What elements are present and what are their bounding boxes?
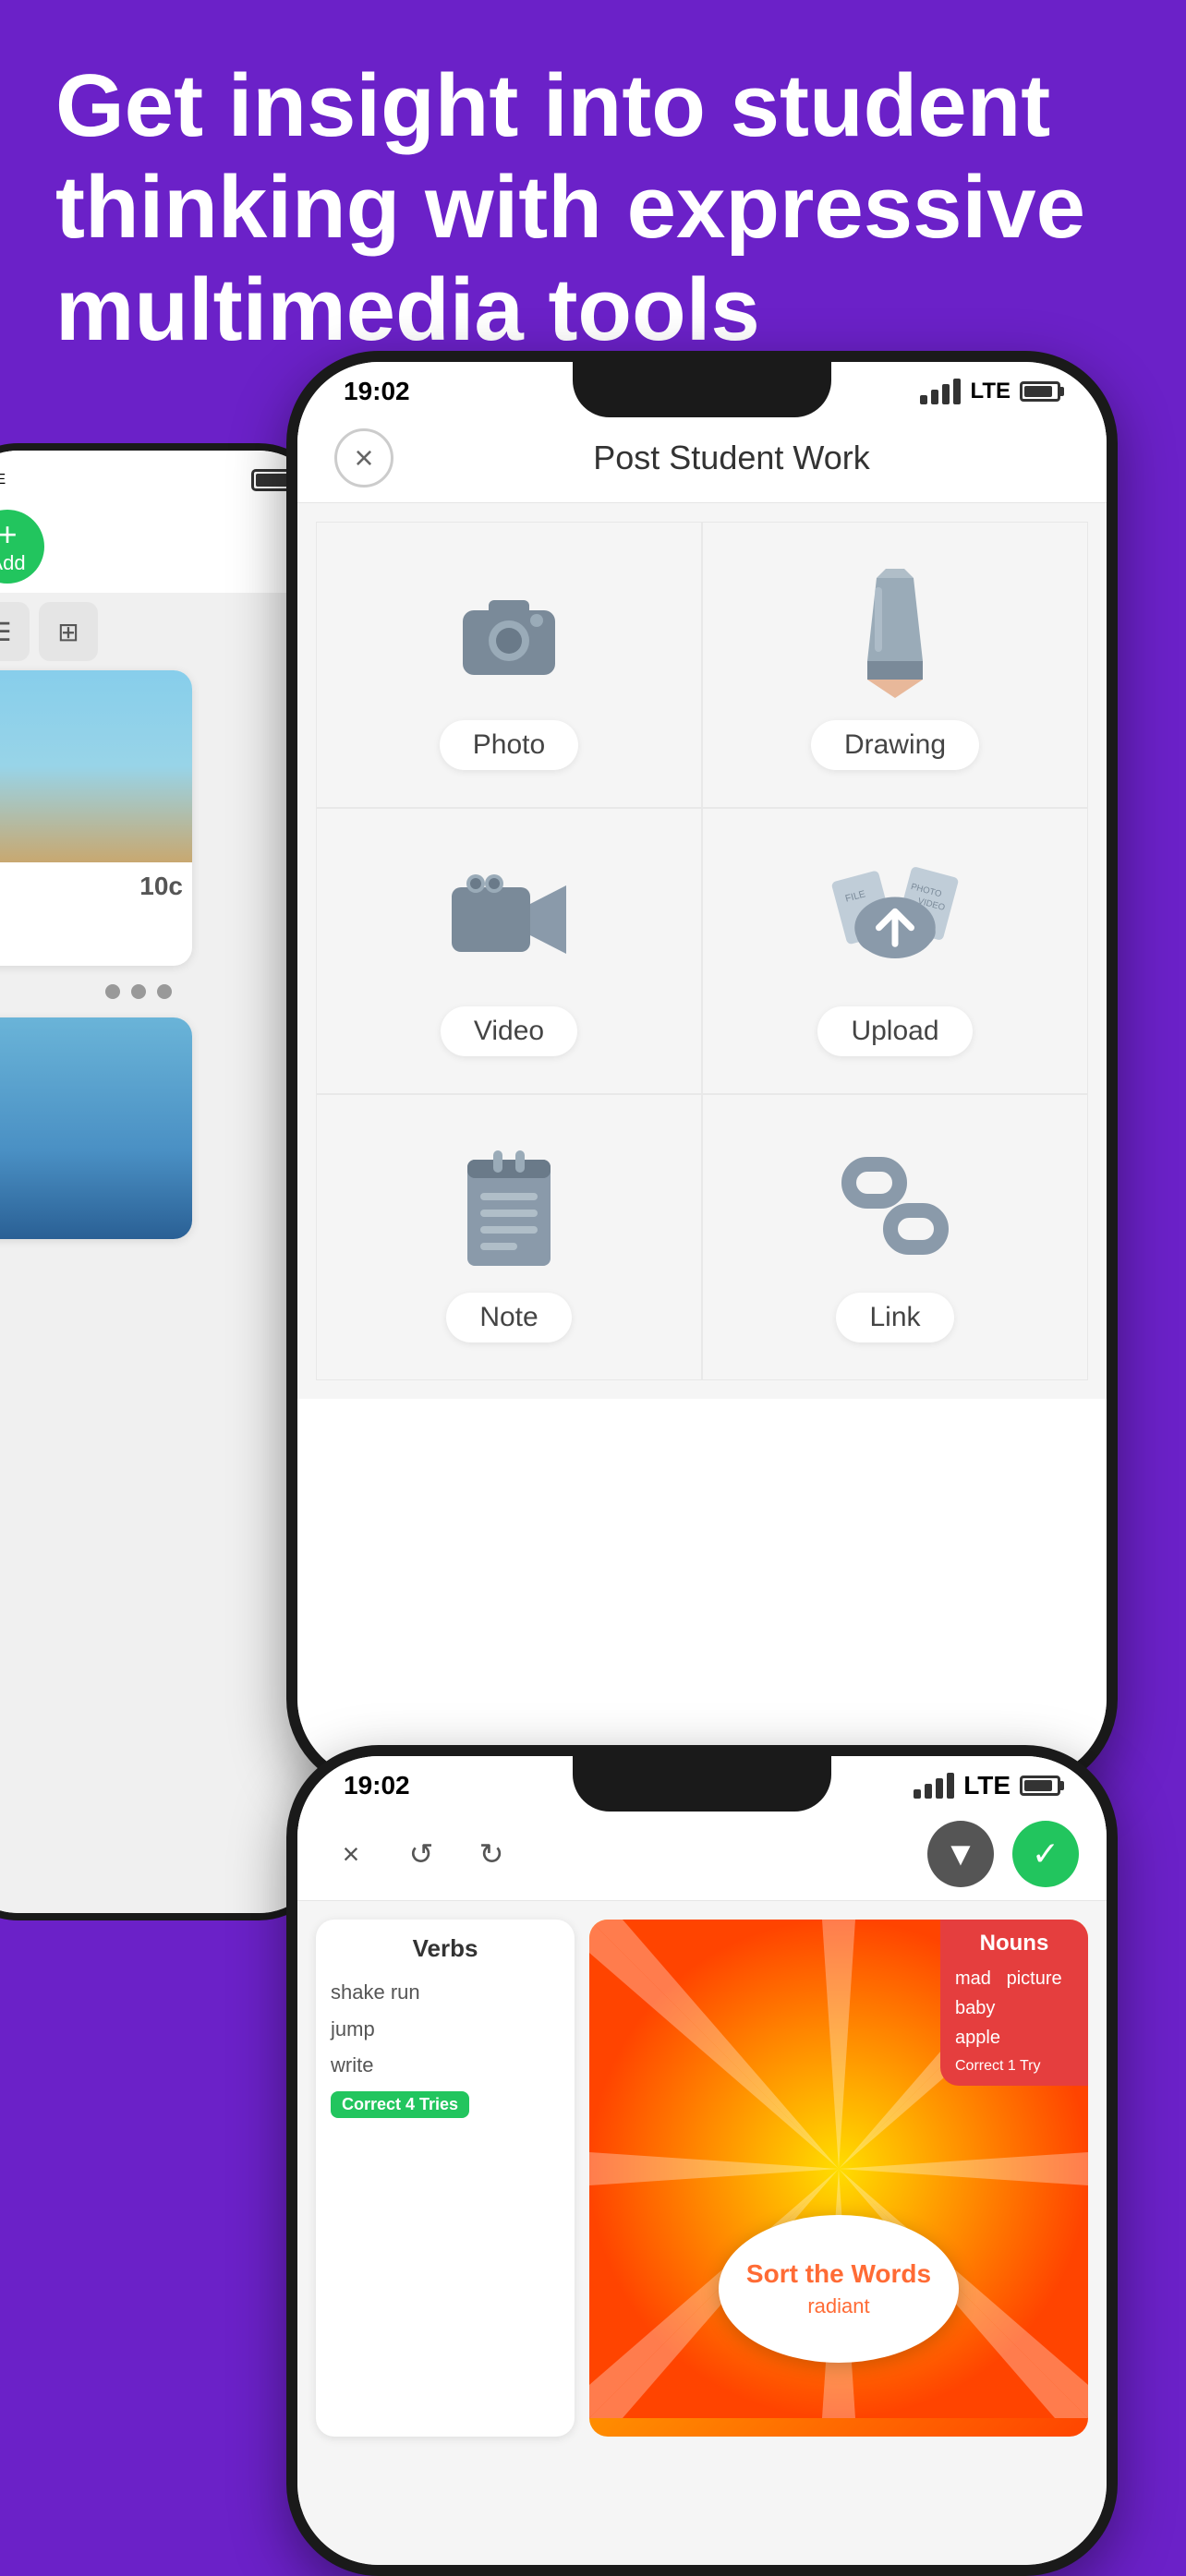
status-bar-left: LTE xyxy=(0,451,325,500)
undo-button[interactable]: ↺ xyxy=(395,1828,447,1880)
battery-icon-2 xyxy=(1020,1776,1060,1796)
grid-view-button[interactable]: ⊞ xyxy=(39,602,98,661)
cloud-upload-icon: FILE PHOTO VIDEO xyxy=(830,855,960,984)
speech-bubble: Sort the Words radiant xyxy=(719,2215,959,2363)
student-card-2 xyxy=(0,1017,192,1239)
photo-label: Photo xyxy=(440,720,578,770)
card-image-water xyxy=(0,1017,192,1239)
notch xyxy=(573,362,831,417)
close-button-2[interactable]: × xyxy=(325,1828,377,1880)
status-icons: LTE xyxy=(920,379,1060,404)
drawing-label: Drawing xyxy=(811,720,979,770)
undo-icon: ↺ xyxy=(409,1836,434,1872)
link-label: Link xyxy=(836,1293,953,1342)
close-icon: × xyxy=(354,439,373,477)
correct-badge-verbs: Correct 4 Tries xyxy=(331,2091,469,2118)
close-icon-2: × xyxy=(343,1837,360,1872)
comic-area: Nouns mad picturebabyapple Correct 1 Try… xyxy=(589,1920,1088,2437)
add-button[interactable]: + Add xyxy=(0,510,44,584)
card-image xyxy=(0,670,192,862)
verbs-words: shake runjumpwrite xyxy=(331,1974,560,2084)
phone-bottom: 19:02 LTE × ↺ xyxy=(286,1745,1118,2576)
verbs-title: Verbs xyxy=(331,1934,560,1963)
student-card: 10c xyxy=(0,670,192,966)
down-button[interactable]: ▼ xyxy=(927,1821,994,1887)
add-label: Add xyxy=(0,551,26,575)
phone-main: 19:02 LTE × Post Student xyxy=(286,351,1118,1791)
nav-bar: × Post Student Work xyxy=(297,414,1107,503)
pencil-icon xyxy=(830,569,960,698)
check-icon: ✓ xyxy=(1032,1835,1059,1873)
notch-2 xyxy=(573,1756,831,1812)
media-options-grid: Photo Drawing xyxy=(297,503,1107,1399)
link-option[interactable]: Link xyxy=(702,1094,1088,1380)
upload-label: Upload xyxy=(817,1006,972,1056)
note-label: Note xyxy=(446,1293,571,1342)
list-view-button[interactable]: ☰ xyxy=(0,602,30,661)
toolbar-bottom: × ↺ ↻ ▼ ✓ xyxy=(297,1808,1107,1901)
view-toggle: ☰ ⊞ xyxy=(0,593,325,670)
chain-link-icon xyxy=(830,1141,960,1270)
video-option[interactable]: Video xyxy=(316,808,702,1094)
sort-words-word: radiant xyxy=(807,2294,869,2318)
battery-icon-main xyxy=(1020,381,1060,402)
camera-icon xyxy=(444,569,574,698)
nouns-words: mad picturebabyapple xyxy=(955,1964,1073,2052)
drawing-option[interactable]: Drawing xyxy=(702,522,1088,808)
dot-2 xyxy=(131,984,146,999)
screen-title: Post Student Work xyxy=(393,439,1070,477)
lte-label: LTE xyxy=(0,472,6,488)
video-camera-icon xyxy=(444,855,574,984)
nouns-correct: Correct 1 Try xyxy=(955,2058,1073,2075)
redo-button[interactable]: ↻ xyxy=(466,1828,517,1880)
lte-text: LTE xyxy=(970,379,1011,404)
verbs-panel: Verbs shake runjumpwrite Correct 4 Tries xyxy=(316,1920,575,2437)
time-display: 19:02 xyxy=(344,377,410,406)
photo-option[interactable]: Photo xyxy=(316,522,702,808)
notepad-icon xyxy=(444,1141,574,1270)
card-footer: 10c xyxy=(0,862,192,910)
nouns-panel: Nouns mad picturebabyapple Correct 1 Try xyxy=(940,1920,1088,2086)
phone-left: LTE + Add ☰ ⊞ 10c xyxy=(0,443,333,1920)
redo-icon: ↻ xyxy=(479,1836,504,1872)
signal-icon xyxy=(920,379,961,404)
dot-3 xyxy=(157,984,172,999)
hero-headline: Get insight into student thinking with e… xyxy=(55,55,1131,361)
toolbar-left: + Add xyxy=(0,500,325,593)
upload-option[interactable]: FILE PHOTO VIDEO Upload xyxy=(702,808,1088,1094)
video-label: Video xyxy=(441,1006,577,1056)
dots-indicator xyxy=(0,966,325,1017)
activity-area: Verbs shake runjumpwrite Correct 4 Tries xyxy=(297,1901,1107,2455)
signal-icon-2 xyxy=(914,1773,954,1799)
card-price: 10c xyxy=(139,872,183,901)
close-button[interactable]: × xyxy=(334,428,393,488)
check-button[interactable]: ✓ xyxy=(1012,1821,1079,1887)
dot-1 xyxy=(105,984,120,999)
lte-text-2: LTE xyxy=(963,1771,1011,1800)
plus-icon: + xyxy=(0,518,18,551)
chevron-down-icon: ▼ xyxy=(944,1835,977,1873)
note-option[interactable]: Note xyxy=(316,1094,702,1380)
sort-words-title: Sort the Words xyxy=(746,2259,931,2289)
nouns-title: Nouns xyxy=(955,1931,1073,1956)
time-display-2: 19:02 xyxy=(344,1771,410,1800)
